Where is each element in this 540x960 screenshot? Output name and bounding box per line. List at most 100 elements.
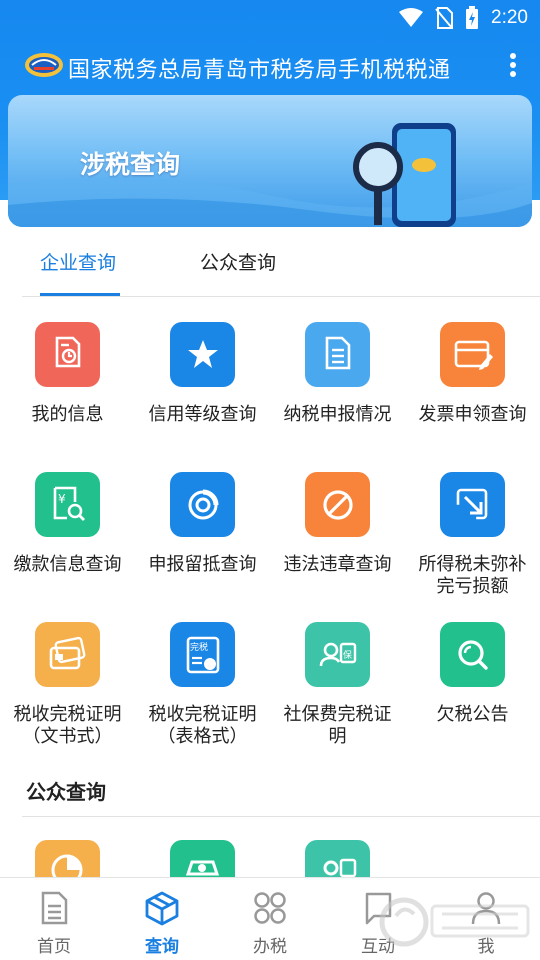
- svg-text:¥: ¥: [58, 492, 66, 506]
- tab-public-query[interactable]: 公众查询: [200, 248, 276, 275]
- query-item-label: 社保费完税证明: [270, 704, 405, 748]
- query-item-label-line: 完亏损额: [436, 576, 509, 597]
- calendar-doc-icon: [55, 336, 80, 367]
- query-item-tile: [305, 472, 370, 537]
- pie-chart-icon: [51, 854, 83, 886]
- user-badge-icon: [323, 858, 357, 878]
- banner[interactable]: 涉税查询: [8, 95, 532, 227]
- grid-icon: [254, 892, 286, 924]
- query-item-label: 发票申领查询: [405, 404, 540, 426]
- banner-title: 涉税查询: [80, 150, 181, 179]
- query-item-tile: [170, 322, 235, 387]
- status-bar: 2:20: [0, 0, 540, 36]
- nav-label: 首页: [37, 937, 71, 957]
- pie-chart-icon: [188, 489, 218, 519]
- invoice-pen-icon: [454, 340, 493, 370]
- tab-enterprise-query[interactable]: 企业查询: [40, 248, 116, 275]
- query-item-label-line: （表格式）: [157, 726, 248, 747]
- nav-label: 办税: [253, 937, 287, 957]
- watermark-logo: [379, 897, 530, 947]
- query-item-tile: ¥: [35, 472, 100, 537]
- arrow-down-right-icon: [456, 488, 487, 519]
- query-item-label-line: （文书式）: [22, 726, 113, 747]
- yuan-search-icon: ¥: [53, 486, 85, 521]
- query-item-label-line: 税收完税证明: [13, 704, 122, 725]
- card-stack-icon: [49, 636, 85, 669]
- query-item-label: 税收完税证明 （文书式）: [0, 704, 135, 748]
- query-item[interactable]: 我的信息: [0, 298, 135, 448]
- query-item-label: 我的信息: [0, 404, 135, 426]
- star-icon: [187, 339, 218, 368]
- query-item-tile: [440, 322, 505, 387]
- app-logo: [25, 53, 63, 77]
- wifi-icon: [399, 8, 424, 27]
- car-icon: [185, 860, 220, 876]
- home-doc-icon: [41, 891, 68, 925]
- query-item-label-line: 我的信息: [31, 404, 104, 425]
- document-list-icon: [325, 336, 350, 369]
- svg-text:完税: 完税: [190, 641, 208, 653]
- query-item-tile: [35, 622, 100, 687]
- query-item-label: 纳税申报情况: [270, 404, 405, 426]
- query-item[interactable]: 纳税申报情况: [270, 298, 405, 448]
- query-item-label: 信用等级查询: [135, 404, 270, 426]
- more-vert-icon: [510, 53, 516, 59]
- public-item-partial[interactable]: [170, 840, 235, 880]
- divider: [22, 816, 540, 817]
- nav-label: 查询: [145, 937, 179, 957]
- search-icon: [457, 639, 488, 670]
- query-item-label: 所得税未弥补 完亏损额: [405, 554, 540, 598]
- certificate-user-icon: 完税: [186, 636, 219, 673]
- query-item[interactable]: 完税税收完税证明 （表格式）: [135, 598, 270, 748]
- query-item-tile: [440, 622, 505, 687]
- app-title: 国家税务总局青岛市税务局手机税税通: [68, 58, 451, 83]
- query-item[interactable]: 欠税公告: [405, 598, 540, 748]
- query-item-label: 缴款信息查询: [0, 554, 135, 576]
- query-item[interactable]: ¥ 缴款信息查询: [0, 448, 135, 598]
- query-tabs: 企业查询 公众查询: [0, 232, 540, 298]
- nav-home[interactable]: 首页: [0, 878, 108, 960]
- query-item[interactable]: 违法违章查询: [270, 448, 405, 598]
- battery-charging-icon: [466, 6, 479, 29]
- query-item[interactable]: 保社保费完税证明: [270, 598, 405, 748]
- query-item-label-line: 所得税未弥补: [418, 554, 527, 575]
- cube-icon: [145, 891, 179, 926]
- query-item-tile: 完税: [170, 622, 235, 687]
- query-item-label-line: 缴款信息查询: [13, 554, 122, 575]
- no-sim-icon: [435, 7, 454, 29]
- query-item-label-line: 税收完税证明: [148, 704, 257, 725]
- app-bar: 国家税务总局青岛市税务局手机税税通: [0, 40, 540, 92]
- query-item[interactable]: 信用等级查询: [135, 298, 270, 448]
- public-query-section-title: 公众查询: [26, 780, 106, 804]
- query-item-label-line: 违法违章查询: [283, 554, 392, 575]
- query-item-label-line: 社保费完税证: [283, 704, 392, 725]
- more-menu-button[interactable]: [506, 51, 520, 81]
- divider: [22, 296, 540, 297]
- public-item-partial[interactable]: [35, 840, 100, 886]
- query-item-tile: [170, 472, 235, 537]
- query-item-tile: 保: [305, 622, 370, 687]
- clock: 2:20: [491, 7, 528, 28]
- svg-text:保: 保: [343, 649, 352, 661]
- user-badge-icon: 保: [319, 642, 356, 666]
- public-item-partial[interactable]: [305, 840, 370, 880]
- query-item[interactable]: 发票申领查询: [405, 298, 540, 448]
- query-item-tile: [305, 322, 370, 387]
- prohibited-icon: [322, 489, 353, 520]
- nav-tax-service[interactable]: 办税: [216, 878, 324, 960]
- query-item-label: 申报留抵查询: [135, 554, 270, 576]
- query-item-tile: [440, 472, 505, 537]
- query-item-label-line: 申报留抵查询: [148, 554, 257, 575]
- nav-query[interactable]: 查询: [108, 878, 216, 960]
- query-item[interactable]: 税收完税证明 （文书式）: [0, 598, 135, 748]
- query-item-label-line: 明: [328, 726, 347, 747]
- query-item-label-line: 发票申领查询: [418, 404, 527, 425]
- query-item-tile: [35, 322, 100, 387]
- query-item-label: 违法违章查询: [270, 554, 405, 576]
- query-item-label-line: 纳税申报情况: [283, 404, 392, 425]
- query-item-label: 欠税公告: [405, 704, 540, 726]
- query-item-label-line: 欠税公告: [436, 704, 509, 725]
- query-item-label: 税收完税证明 （表格式）: [135, 704, 270, 748]
- query-item[interactable]: 申报留抵查询: [135, 448, 270, 598]
- query-item[interactable]: 所得税未弥补 完亏损额: [405, 448, 540, 598]
